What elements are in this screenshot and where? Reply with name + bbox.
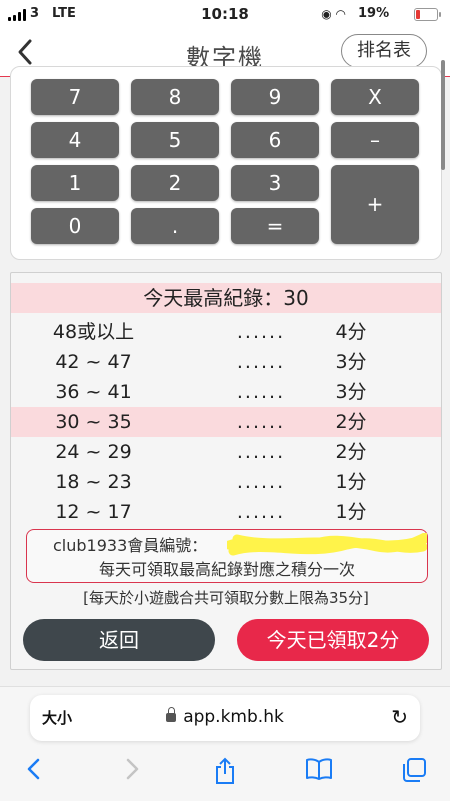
key-5[interactable]: 5 [131,122,219,158]
browser-forward-icon[interactable] [114,757,150,787]
battery-icon [414,8,441,21]
keypad: 7 8 9 X 4 5 6 – 1 2 3 + 0 . = [10,66,442,260]
member-info-box: club1933會員編號： 每天可領取最高紀錄對應之積分一次 [26,529,428,583]
score-points: 2分 [335,411,367,433]
score-range: 30 ~ 35 [55,411,132,433]
key-4[interactable]: 4 [31,122,119,158]
key-9[interactable]: 9 [231,79,319,115]
battery-percent: 19% [358,6,390,21]
share-icon[interactable] [207,757,243,787]
return-button[interactable]: 返回 [23,619,215,661]
today-record: 今天最高紀錄：30 [11,283,441,313]
key-3[interactable]: 3 [231,165,319,201]
ranking-button[interactable]: 排名表 [341,34,427,68]
score-range: 36 ~ 41 [55,381,132,403]
score-row: 12 ~ 17 ...... 1分 [11,497,441,527]
bookmarks-icon[interactable] [301,757,337,787]
score-points: 1分 [335,501,367,523]
score-panel: 今天最高紀錄：30 48或以上 ...... 4分 42 ~ 47 ......… [10,272,442,670]
score-dots: ...... [236,471,286,493]
score-points: 3分 [335,381,367,403]
score-row: 42 ~ 47 ...... 3分 [11,347,441,377]
key-multiply[interactable]: X [331,79,419,115]
member-note: 每天可領取最高紀錄對應之積分一次 [98,560,355,579]
key-7[interactable]: 7 [31,79,119,115]
score-row: 48或以上 ...... 4分 [11,317,441,347]
score-points: 2分 [335,441,367,463]
score-dots: ...... [236,441,286,463]
address-bar[interactable]: 大小 app.kmb.hk ↻ [30,695,420,741]
score-dots: ...... [236,321,286,343]
score-range: 42 ~ 47 [55,351,132,373]
key-0[interactable]: 0 [31,208,119,244]
score-dots: ...... [236,501,286,523]
score-dots: ...... [236,351,286,373]
score-range: 48或以上 [52,321,135,343]
score-points: 4分 [335,321,367,343]
tabs-icon[interactable] [396,757,432,787]
score-range: 12 ~ 17 [55,501,132,523]
score-row: 36 ~ 41 ...... 3分 [11,377,441,407]
browser-back-icon[interactable] [16,757,52,787]
scrollbar[interactable] [441,60,445,170]
key-minus[interactable]: – [331,122,419,158]
reload-icon[interactable]: ↻ [391,705,408,729]
score-range: 18 ~ 23 [55,471,132,493]
status-bar: 3 LTE 10:18 ◉ ◠ 19% [0,0,450,30]
key-plus[interactable]: + [331,165,419,244]
score-points: 1分 [335,471,367,493]
key-2[interactable]: 2 [131,165,219,201]
score-range: 24 ~ 29 [55,441,132,463]
url-display[interactable]: app.kmb.hk [30,707,420,727]
key-6[interactable]: 6 [231,122,319,158]
score-row: 24 ~ 29 ...... 2分 [11,437,441,467]
key-1[interactable]: 1 [31,165,119,201]
key-decimal[interactable]: . [131,208,219,244]
member-number-label: club1933會員編號： [53,536,208,555]
lock-icon [166,707,177,722]
daily-limit-note: [每天於小遊戲合共可領取分數上限為35分] [83,589,369,607]
url-text: app.kmb.hk [183,707,284,727]
score-dots: ...... [236,381,286,403]
claimed-points-button[interactable]: 今天已領取2分 [237,619,429,661]
score-row: 18 ~ 23 ...... 1分 [11,467,441,497]
key-8[interactable]: 8 [131,79,219,115]
browser-toolbar: 大小 app.kmb.hk ↻ [0,686,450,801]
score-points: 3分 [335,351,367,373]
redaction-scribble [227,533,427,556]
headphones-icon: ◉ ◠ [321,7,346,21]
key-equals[interactable]: = [231,208,319,244]
score-row-current: 30 ~ 35 ...... 2分 [11,407,441,437]
score-dots: ...... [236,411,286,433]
